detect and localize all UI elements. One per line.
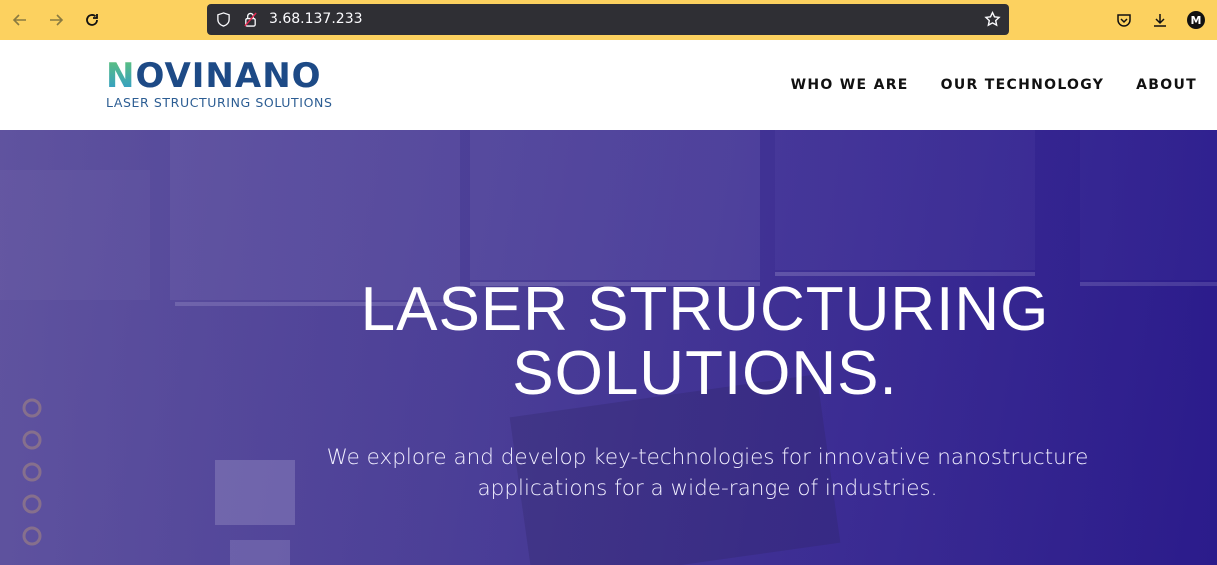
- account-button[interactable]: M: [1184, 8, 1208, 32]
- address-bar[interactable]: 3.68.137.233: [207, 4, 1009, 35]
- bookmark-star-icon[interactable]: [984, 11, 1001, 28]
- hero-title-line-1: LASER STRUCTURING: [360, 275, 1050, 344]
- forward-arrow-icon: [50, 14, 64, 26]
- back-button[interactable]: [8, 8, 32, 32]
- menu-item-our-technology[interactable]: OUR TECHNOLOGY: [941, 77, 1105, 93]
- site-header: N OVINANO LASER STRUCTURING SOLUTIONS WHO…: [0, 40, 1217, 130]
- browser-toolbar: 3.68.137.233 M: [0, 0, 1217, 40]
- menu-item-about[interactable]: ABOUT: [1136, 77, 1197, 93]
- hero-title-line-2: SOLUTIONS.: [512, 339, 898, 408]
- downloads-button[interactable]: [1148, 8, 1172, 32]
- site-logo[interactable]: N OVINANO LASER STRUCTURING SOLUTIONS: [106, 58, 333, 110]
- hero-banner: LASER STRUCTURING SOLUTIONS. We explore …: [0, 130, 1217, 565]
- logo-tagline: LASER STRUCTURING SOLUTIONS: [106, 95, 333, 110]
- download-icon: [1154, 14, 1166, 27]
- hero-title: LASER STRUCTURING SOLUTIONS.: [280, 278, 1130, 406]
- pocket-icon: [1117, 14, 1131, 27]
- hero-subtitle: We explore and develop key-technologies …: [326, 445, 1089, 501]
- menu-item-who-we-are[interactable]: WHO WE ARE: [791, 77, 909, 93]
- forward-button[interactable]: [44, 8, 68, 32]
- insecure-lock-icon[interactable]: [243, 11, 258, 28]
- main-menu: WHO WE ARE OUR TECHNOLOGY ABOUT: [791, 77, 1197, 93]
- account-avatar: M: [1187, 11, 1205, 29]
- reload-button[interactable]: [80, 8, 104, 32]
- logo-wordmark: N OVINANO: [106, 56, 322, 96]
- url-text[interactable]: 3.68.137.233: [269, 11, 363, 27]
- tracking-shield-icon[interactable]: [216, 12, 231, 27]
- reload-icon: [86, 14, 98, 26]
- pocket-button[interactable]: [1112, 8, 1136, 32]
- back-arrow-icon: [12, 14, 26, 26]
